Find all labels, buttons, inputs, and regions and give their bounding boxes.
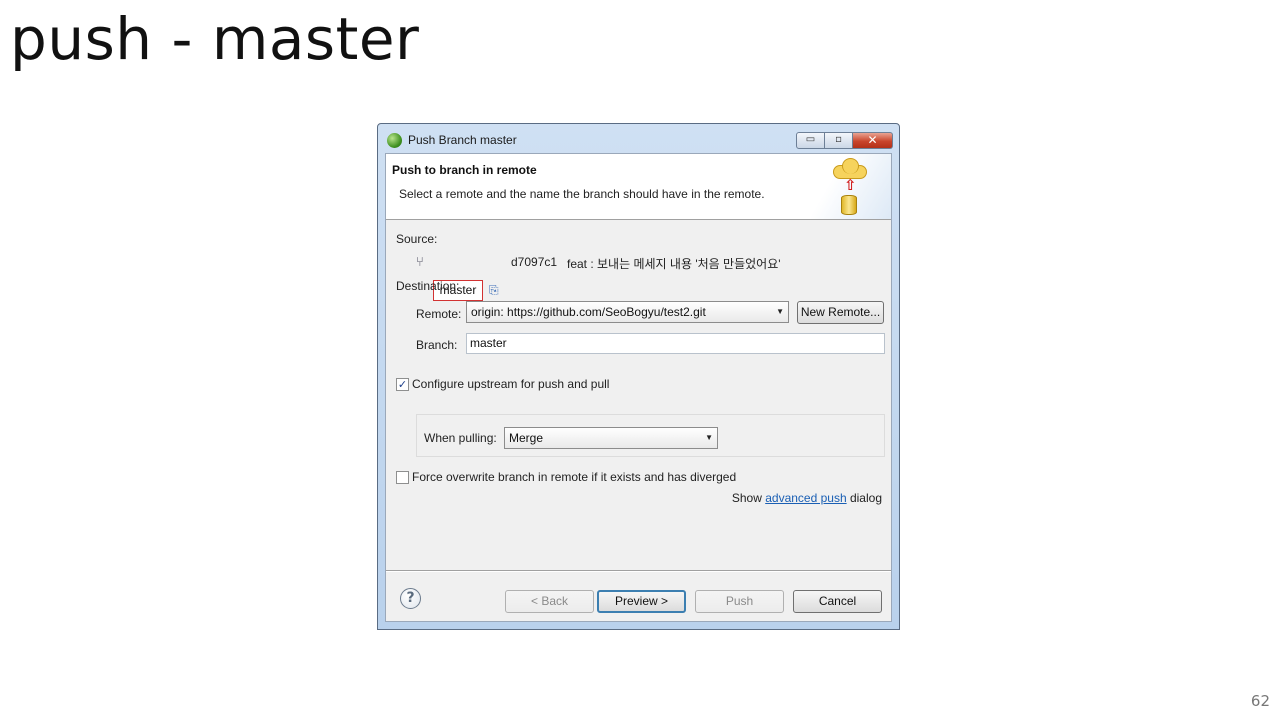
remote-combo[interactable]: origin: https://github.com/SeoBogyu/test… [466, 301, 789, 323]
maximize-button[interactable]: ▫ [825, 132, 853, 149]
slide-title: push - master [10, 5, 420, 73]
close-button[interactable]: ✕ [853, 132, 893, 149]
dialog-client-area: Push to branch in remote Select a remote… [385, 153, 892, 622]
remote-combo-value: origin: https://github.com/SeoBogyu/test… [471, 305, 706, 319]
chevron-down-icon: ▼ [705, 433, 713, 442]
when-pulling-combo[interactable]: Merge ▼ [504, 427, 718, 449]
wizard-page-title: Push to branch in remote [392, 163, 537, 177]
new-remote-button[interactable]: New Remote... [797, 301, 884, 324]
eclipse-app-icon [387, 133, 402, 148]
database-icon [841, 195, 857, 215]
branch-icon: ⑂ [416, 254, 424, 269]
push-to-cloud-icon: ⇧ [811, 154, 891, 219]
push-branch-dialog: Push Branch master ▭ ▫ ✕ Push to branch … [377, 123, 900, 630]
commit-message: feat : 보내는 메세지 내용 '처음 만들었어요' [567, 257, 781, 271]
minimize-button[interactable]: ▭ [796, 132, 825, 149]
wizard-banner: Push to branch in remote Select a remote… [386, 154, 891, 220]
upstream-options-group: When pulling: Merge ▼ [416, 414, 885, 457]
commit-id: d7097c1 [511, 255, 558, 269]
help-icon[interactable]: ? [400, 588, 421, 609]
cancel-button[interactable]: Cancel [793, 590, 882, 613]
advanced-push-text: Show advanced push dialog [732, 491, 882, 505]
window-title: Push Branch master [408, 133, 517, 147]
configure-upstream-checkbox[interactable]: ✓ [396, 378, 409, 391]
configure-upstream-label[interactable]: Configure upstream for push and pull [412, 377, 609, 391]
advanced-push-prefix: Show [731, 491, 762, 505]
source-label: Source: [396, 232, 438, 246]
when-pulling-label: When pulling: [424, 431, 497, 445]
back-button[interactable]: < Back [505, 590, 594, 613]
branch-label: Branch: [416, 338, 458, 352]
commit-icon: ⎘ [489, 283, 499, 297]
title-bar[interactable]: Push Branch master ▭ ▫ ✕ [378, 124, 899, 154]
up-arrow-icon: ⇧ [844, 176, 857, 194]
when-pulling-value: Merge [509, 431, 544, 445]
remote-label: Remote: [416, 307, 462, 321]
button-bar-separator [386, 570, 891, 572]
advanced-push-suffix: dialog [849, 491, 882, 505]
force-overwrite-checkbox[interactable] [396, 471, 409, 484]
page-number: 62 [1250, 692, 1270, 710]
chevron-down-icon: ▼ [776, 307, 784, 316]
push-button[interactable]: Push [695, 590, 784, 613]
force-overwrite-label[interactable]: Force overwrite branch in remote if it e… [412, 470, 736, 484]
destination-label: Destination: [396, 279, 460, 293]
remote-branch-field[interactable]: master [466, 333, 885, 354]
wizard-page-description: Select a remote and the name the branch … [399, 187, 765, 201]
preview-button[interactable]: Preview > [597, 590, 686, 613]
advanced-push-link[interactable]: advanced push [765, 491, 846, 505]
cloud-icon [833, 158, 867, 179]
